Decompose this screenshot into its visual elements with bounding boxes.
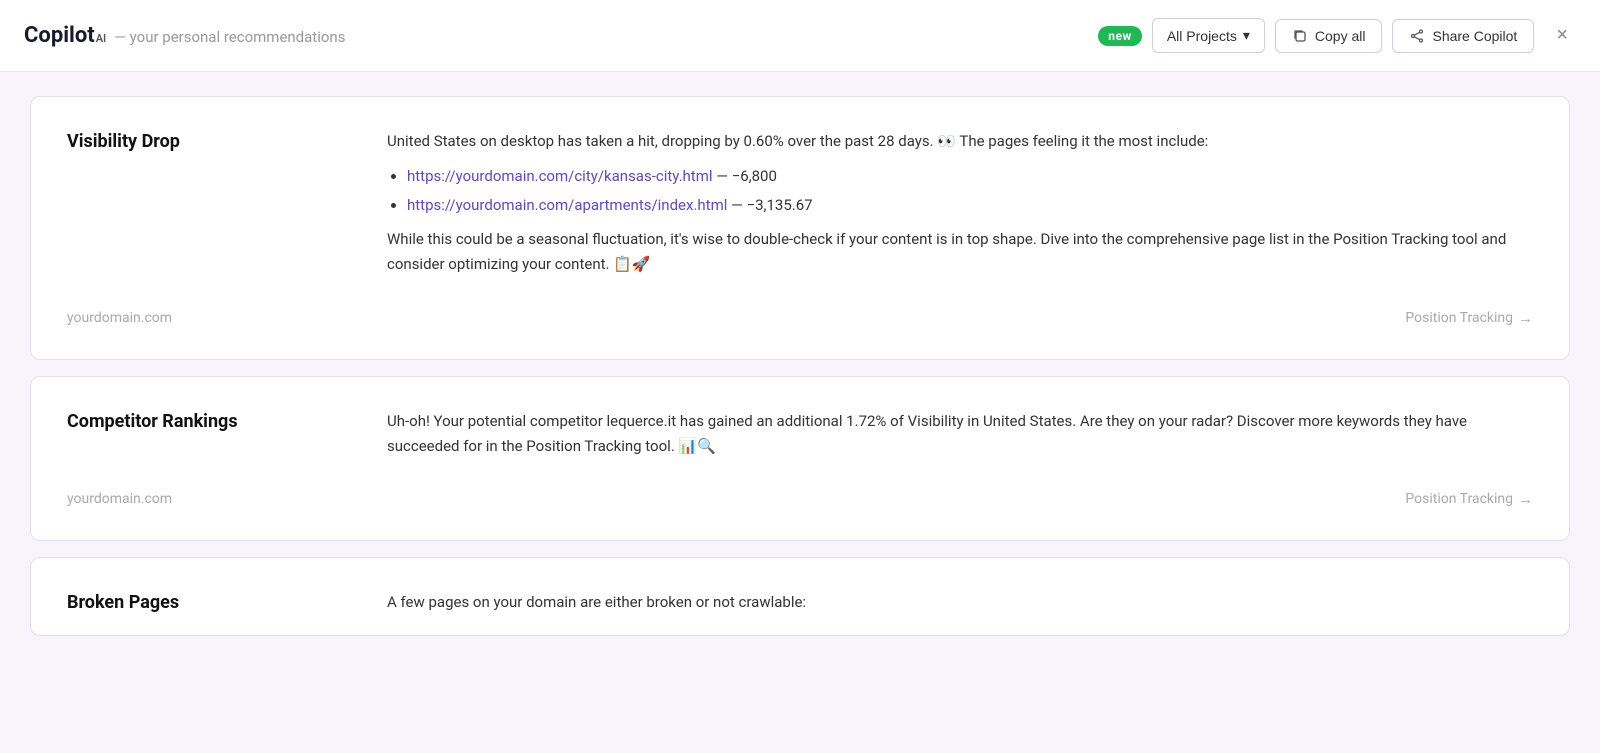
card-domain-visibility-drop: yourdomain.com [67,310,172,326]
copy-all-button[interactable]: Copy all [1275,19,1383,53]
header-actions: new All Projects ▾ Copy all [1098,18,1576,53]
competitor-rankings-card: Competitor Rankings Uh-oh! Your potentia… [30,376,1570,542]
card-footer-competitor-rankings: yourdomain.com Position Tracking → [67,482,1533,508]
share-label: Share Copilot [1432,28,1517,44]
arrow-icon-2: → [1518,490,1533,508]
card-content-competitor-rankings: Uh-oh! Your potential competitor lequerc… [387,409,1533,459]
all-projects-label: All Projects [1167,28,1237,44]
share-icon [1409,28,1425,44]
all-projects-button[interactable]: All Projects ▾ [1152,18,1265,53]
card-label-competitor-rankings: Competitor Rankings [67,409,387,459]
arrow-icon-1: → [1518,309,1533,327]
broken-pages-card: Broken Pages A few pages on your domain … [30,557,1570,636]
list-item: https://yourdomain.com/city/kansas-city.… [407,164,1533,189]
close-button[interactable]: × [1548,20,1576,51]
header: CopilotAI — your personal recommendation… [0,0,1600,72]
copilot-panel: CopilotAI — your personal recommendation… [0,0,1600,753]
card-body-competitor: Competitor Rankings Uh-oh! Your potentia… [67,409,1533,459]
brand-sup: AI [96,32,107,45]
list-item: https://yourdomain.com/apartments/index.… [407,193,1533,218]
card-label-broken-pages: Broken Pages [67,590,387,615]
card-content-visibility-drop: United States on desktop has taken a hit… [387,129,1533,277]
share-copilot-button[interactable]: Share Copilot [1392,19,1534,53]
brand-name: Copilot [24,23,95,48]
brand-logo: CopilotAI [24,23,106,48]
card-label-visibility-drop: Visibility Drop [67,129,387,277]
copy-all-label: Copy all [1315,28,1366,44]
header-title: CopilotAI — your personal recommendation… [24,23,1098,48]
visibility-drop-text2: While this could be a seasonal fluctuati… [387,227,1533,277]
visibility-drop-card: Visibility Drop United States on desktop… [30,96,1570,360]
card-domain-competitor-rankings: yourdomain.com [67,491,172,507]
header-subtitle: — your personal recommendations [114,28,345,46]
copy-icon [1292,28,1308,44]
card-footer-visibility-drop: yourdomain.com Position Tracking → [67,301,1533,327]
new-badge: new [1098,26,1142,46]
chevron-down-icon: ▾ [1243,27,1250,44]
position-tracking-label-1: Position Tracking [1405,310,1513,326]
position-tracking-link-2[interactable]: Position Tracking → [1405,490,1533,508]
visibility-drop-text1: United States on desktop has taken a hit… [387,129,1533,154]
broken-pages-text: A few pages on your domain are either br… [387,590,1533,615]
competitor-rankings-text: Uh-oh! Your potential competitor lequerc… [387,409,1533,459]
visibility-drop-list: https://yourdomain.com/city/kansas-city.… [407,164,1533,218]
position-tracking-link-1[interactable]: Position Tracking → [1405,309,1533,327]
position-tracking-label-2: Position Tracking [1405,491,1513,507]
card-body: Visibility Drop United States on desktop… [67,129,1533,277]
card-content-broken-pages: A few pages on your domain are either br… [387,590,1533,615]
card-body-broken: Broken Pages A few pages on your domain … [67,590,1533,615]
content-area: Visibility Drop United States on desktop… [0,72,1600,660]
